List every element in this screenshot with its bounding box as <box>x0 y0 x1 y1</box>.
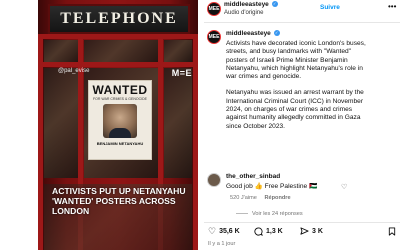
comment-text: Good job 👍 Free Palestine 🇵🇸 <box>226 183 318 190</box>
action-bar: ♡ 35,6 K 1,3 K 3 K <box>204 226 400 240</box>
post-sidebar: MEE middleeasteye ✓ Audio d'origine Suiv… <box>204 0 400 250</box>
post-caption: Activists have decorated iconic London's… <box>226 40 366 139</box>
post-author-username[interactable]: middleeasteye ✓ <box>226 30 280 37</box>
follow-button[interactable]: Suivre <box>320 4 340 11</box>
wanted-poster: WANTED FOR WAR CRIMES & GENOCIDE BENJAMI… <box>88 80 152 160</box>
account-avatar[interactable]: MEE <box>207 2 221 16</box>
avatar-text: MEE <box>208 6 220 12</box>
comment-reply-button[interactable]: Répondre <box>264 195 290 201</box>
post-timestamp: Il y a 1 jour <box>208 241 236 247</box>
bookmark-icon <box>388 226 396 236</box>
poster-subline: FOR WAR CRIMES & GENOCIDE <box>93 97 147 101</box>
share-button[interactable]: 3 K <box>300 226 323 236</box>
poster-name: BENJAMIN NETANYAHU <box>96 141 144 146</box>
send-icon <box>300 226 309 236</box>
booth-frame <box>193 34 198 250</box>
sign-text: TELEPHONE <box>60 10 178 27</box>
comment-bubble-icon <box>254 226 263 237</box>
video-handle-tag: @pal_evise <box>58 68 90 74</box>
post-paragraph: Netanyahu was issued an arrest warrant b… <box>226 89 364 130</box>
mee-logo: M=E <box>171 68 192 78</box>
window-pane <box>164 68 192 178</box>
comment-meta: 520 J'aime Répondre <box>230 195 291 201</box>
more-options-icon[interactable]: ••• <box>388 2 396 11</box>
video-caption: ACTIVISTS PUT UP NETANYAHU 'WANTED' POST… <box>52 186 186 216</box>
header-divider <box>204 22 400 23</box>
commenter-avatar[interactable] <box>207 173 221 187</box>
like-button[interactable]: ♡ 35,6 K <box>208 226 240 237</box>
view-replies-link[interactable]: Voir les 24 réponses <box>236 211 303 217</box>
post-author-username-text: middleeasteye <box>226 30 271 37</box>
header-username[interactable]: middleeasteye ✓ <box>224 1 278 8</box>
comment-username[interactable]: the_other_sinbad <box>226 173 280 180</box>
reel-video[interactable]: TELEPHONE @pal_evise M=E WANTED FOR WAR … <box>38 0 198 250</box>
original-audio-link[interactable]: Audio d'origine <box>224 10 264 16</box>
window-pane <box>44 40 78 62</box>
comment-likes[interactable]: 520 J'aime <box>230 195 257 201</box>
poster-headline: WANTED <box>92 83 148 97</box>
booth-frame <box>38 34 198 39</box>
shares-count: 3 K <box>312 227 323 235</box>
likes-count: 35,6 K <box>219 228 240 235</box>
comment-button[interactable]: 1,3 K <box>254 226 283 237</box>
booth-frame <box>38 34 43 250</box>
post-author-avatar[interactable]: MEE <box>207 30 221 44</box>
poster-portrait <box>103 104 137 138</box>
actions-divider <box>204 222 400 223</box>
post-header: MEE middleeasteye ✓ Audio d'origine Suiv… <box>204 0 400 20</box>
heart-icon: ♡ <box>208 226 217 236</box>
window-pane <box>44 68 78 178</box>
avatar-text: MEE <box>208 34 220 40</box>
window-pane <box>164 40 192 62</box>
booth-frame <box>38 62 198 67</box>
comment-like-heart-icon[interactable]: ♡ <box>341 183 347 191</box>
post-paragraph: Activists have decorated iconic London's… <box>226 40 366 81</box>
telephone-sign: TELEPHONE <box>48 4 190 34</box>
verified-icon: ✓ <box>271 1 278 8</box>
comments-count: 1,3 K <box>266 227 283 235</box>
window-pane <box>84 40 158 62</box>
verified-icon: ✓ <box>273 30 280 37</box>
save-button[interactable] <box>388 226 399 236</box>
header-username-text: middleeasteye <box>224 1 269 8</box>
